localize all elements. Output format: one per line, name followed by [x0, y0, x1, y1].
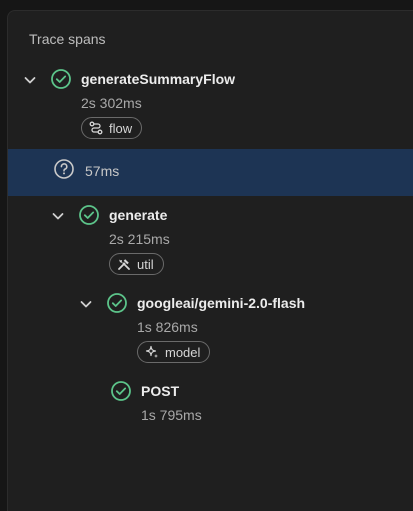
tools-icon [118, 259, 130, 270]
span-duration: 1s 795ms [141, 407, 202, 423]
span-name: googleai/gemini-2.0-flash [137, 295, 306, 311]
span-duration: 57ms [85, 163, 120, 179]
span-name: generate [109, 207, 168, 223]
span-duration: 1s 826ms [137, 319, 198, 335]
trace-spans-panel: Trace spans generateSummaryFlow 2s 302ms… [7, 10, 413, 511]
chevron-down-icon[interactable] [78, 296, 94, 312]
check-circle-icon [79, 205, 99, 225]
span-duration: 2s 302ms [81, 95, 142, 111]
span-row-selected[interactable]: 57ms [8, 149, 413, 196]
check-circle-icon [111, 381, 131, 401]
chevron-down-icon[interactable] [50, 208, 66, 224]
chip-label: model [165, 344, 201, 360]
help-circle-icon [54, 159, 74, 179]
check-circle-icon [51, 69, 71, 89]
span-name: generateSummaryFlow [81, 71, 236, 87]
span-type-chip: model [137, 341, 211, 363]
span-type-chip: flow [81, 117, 143, 139]
chevron-down-icon[interactable] [22, 72, 38, 88]
chip-label: flow [109, 120, 133, 136]
flow-icon [89, 121, 103, 135]
panel-title: Trace spans [29, 31, 106, 47]
span-type-chip: util [109, 253, 164, 275]
sparkle-icon [145, 345, 158, 358]
span-name: POST [141, 383, 180, 399]
span-duration: 2s 215ms [109, 231, 170, 247]
check-circle-icon [107, 293, 127, 313]
chip-label: util [137, 256, 154, 272]
